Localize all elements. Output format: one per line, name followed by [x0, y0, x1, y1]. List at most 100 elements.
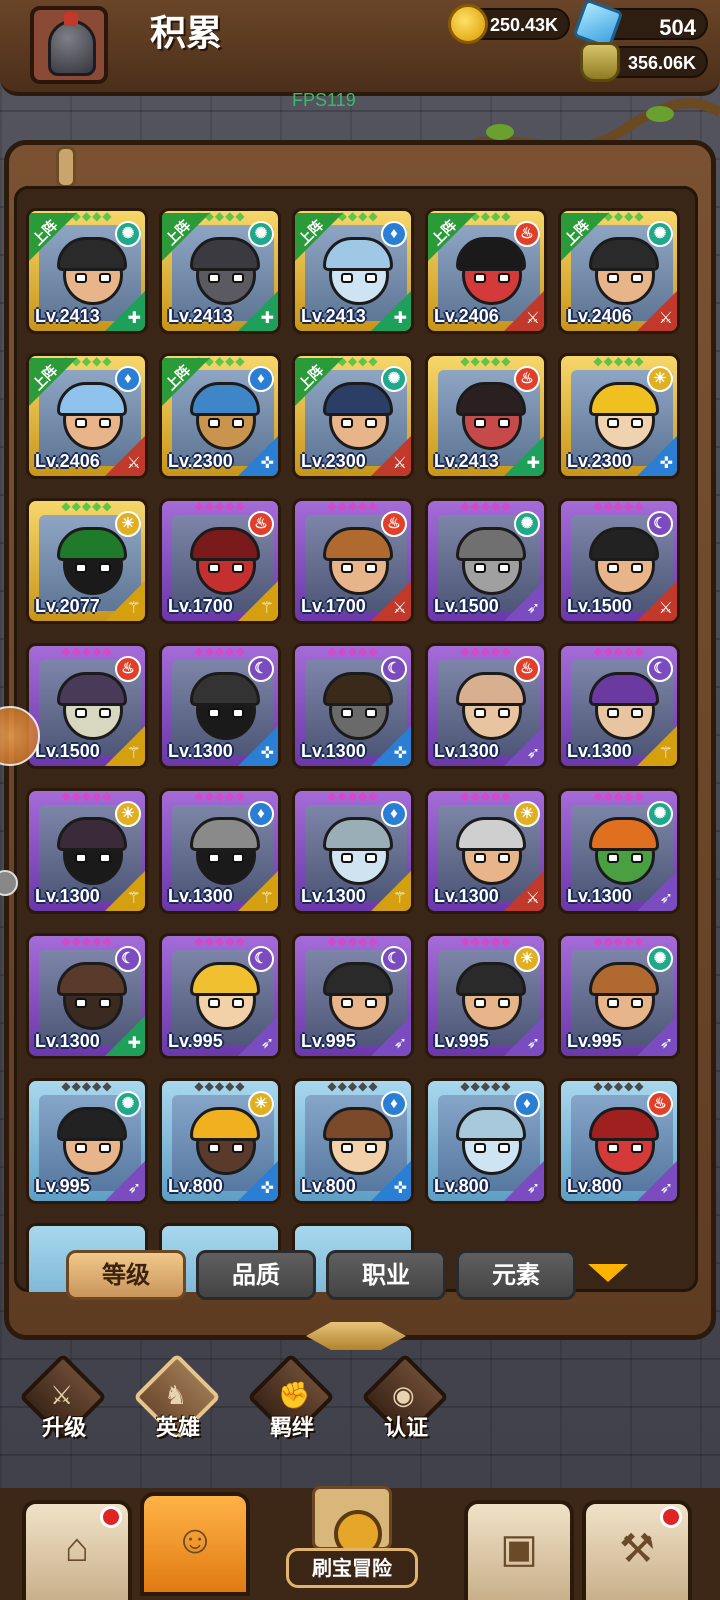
hero-eye: [474, 1143, 486, 1153]
hero-eye: [365, 563, 377, 573]
hero-card[interactable]: ◆◆◆◆◆ ☾ ✜ Lv.1300: [292, 643, 414, 769]
hero-level: Lv.1300: [35, 1031, 100, 1051]
nav-inventory[interactable]: ▣: [464, 1500, 574, 1600]
hero-eye: [341, 998, 353, 1008]
hero-level: Lv.995: [434, 1031, 489, 1051]
gem-counter[interactable]: 504: [572, 0, 708, 50]
sort-tab-level[interactable]: 等级: [66, 1250, 186, 1300]
hero-level: Lv.995: [35, 1176, 90, 1196]
subnav-bond[interactable]: ✊ 羁绊: [242, 1353, 342, 1470]
hero-eye: [498, 708, 510, 718]
hero-card[interactable]: ◆◆◆◆◆ 上阵 ✺ ✚ Lv.2413: [26, 208, 148, 334]
dark-element-icon: ☾: [381, 946, 407, 972]
top-bar: 积累 250.43K 504 356.06K: [0, 0, 720, 96]
hero-eye: [99, 708, 111, 718]
hero-card[interactable]: ◆◆◆◆◆ ✺ ➶ Lv.1300: [558, 788, 680, 914]
hero-icon: ♞: [164, 1380, 188, 1410]
subnav-label: 英雄: [155, 1416, 200, 1441]
hero-level: Lv.800: [434, 1176, 489, 1196]
hero-card[interactable]: ◆◆◆◆◆ ☀ ⚚ Lv.1300: [26, 788, 148, 914]
hero-eye: [99, 418, 111, 428]
hero-card[interactable]: ◆◆◆◆◆ 上阵 ♨ ⚔ Lv.2406: [425, 208, 547, 334]
hero-card[interactable]: ◆◆◆◆◆ 上阵 ✺ ⚔ Lv.2406: [558, 208, 680, 334]
hero-card[interactable]: ◆◆◆◆◆ ☀ ⚚ Lv.2077: [26, 498, 148, 624]
hero-card[interactable]: ◆◆◆◆◆ ☀ ➶ Lv.995: [425, 933, 547, 1059]
hero-card[interactable]: ◆◆◆◆◆ 上阵 ✺ ✚ Lv.2413: [159, 208, 281, 334]
subnav-label: 羁绊: [269, 1416, 314, 1441]
hero-card[interactable]: ◆◆◆◆◆ ☀ ⚔ Lv.1300: [425, 788, 547, 914]
hero-hair: [589, 382, 659, 416]
water-element-icon: ♦: [381, 1091, 407, 1117]
hero-eye: [498, 273, 510, 283]
hero-card[interactable]: ◆◆◆◆◆ ☾ ➶ Lv.995: [292, 933, 414, 1059]
priest-class-glyph: ✜: [260, 1180, 274, 1197]
hero-eye: [208, 853, 220, 863]
notification-dot: [660, 1506, 682, 1528]
sort-tab-quality[interactable]: 品质: [196, 1250, 316, 1300]
archer-class-glyph: ➶: [659, 1180, 673, 1197]
hero-hair: [589, 817, 659, 851]
hero-card[interactable]: ◆◆◆◆◆ ♨ ⚚ Lv.1500: [26, 643, 148, 769]
hero-hair: [190, 382, 260, 416]
hero-card[interactable]: ◆◆◆◆◆ 上阵 ✺ ⚔ Lv.2300: [292, 353, 414, 479]
hero-card[interactable]: ◆◆◆◆◆ ☾ ⚚ Lv.1300: [558, 643, 680, 769]
nav-heroes[interactable]: ☺: [140, 1492, 250, 1596]
fire-element-icon: ♨: [115, 656, 141, 682]
hero-card[interactable]: ◆◆◆◆◆ ✺ ➶ Lv.1500: [425, 498, 547, 624]
hero-card[interactable]: ◆◆◆◆◆ ♦ ⚚ Lv.1300: [159, 788, 281, 914]
hero-card[interactable]: ◆◆◆◆◆ ☾ ✚ Lv.1300: [26, 933, 148, 1059]
hero-hair: [323, 817, 393, 851]
hero-eye: [232, 563, 244, 573]
hero-card[interactable]: ◆◆◆◆◆ ☾ ⚔ Lv.1500: [558, 498, 680, 624]
nav-forge[interactable]: ⚒: [582, 1500, 692, 1600]
hero-eye: [99, 273, 111, 283]
hero-card[interactable]: ◆◆◆◆◆ ☀ ✜ Lv.800: [159, 1078, 281, 1204]
hero-eye: [75, 998, 87, 1008]
water-element-icon: ♦: [248, 366, 274, 392]
hero-card[interactable]: ◆◆◆◆◆ ♦ ⚚ Lv.1300: [292, 788, 414, 914]
hero-card[interactable]: ◆◆◆◆◆ ☾ ➶ Lv.995: [159, 933, 281, 1059]
hero-card[interactable]: ◆◆◆◆◆ 上阵 ♦ ✚ Lv.2413: [292, 208, 414, 334]
tank-class-glyph: ✚: [260, 310, 274, 327]
nav-shop[interactable]: ⌂: [22, 1500, 132, 1600]
hero-hair: [589, 672, 659, 706]
nav-adventure[interactable]: 刷宝冒险: [286, 1486, 418, 1600]
hero-card[interactable]: ◆◆◆◆◆ ☀ ✜ Lv.2300: [558, 353, 680, 479]
hero-card[interactable]: ◆◆◆◆◆ ☾ ✜ Lv.1300: [159, 643, 281, 769]
sort-tab-class[interactable]: 职业: [326, 1250, 446, 1300]
backpack-icon: ▣: [500, 1527, 538, 1571]
subnav-certify[interactable]: ◉ 认证: [356, 1353, 456, 1470]
hero-card[interactable]: ◆◆◆◆◆ ♨ ✚ Lv.2413: [425, 353, 547, 479]
hero-level: Lv.2300: [567, 451, 632, 471]
hero-card[interactable]: ◆◆◆◆◆ ♨ ⚔ Lv.1700: [292, 498, 414, 624]
sort-direction-arrow-icon[interactable]: [588, 1264, 628, 1282]
potion-counter[interactable]: 356.06K: [580, 42, 708, 82]
hero-eye: [365, 273, 377, 283]
player-avatar[interactable]: [30, 6, 108, 84]
hero-card[interactable]: ◆◆◆◆◆ 上阵 ♦ ⚔ Lv.2406: [26, 353, 148, 479]
hero-eye: [498, 418, 510, 428]
hero-card[interactable]: ◆◆◆◆◆ ♨ ⚚ Lv.1700: [159, 498, 281, 624]
hero-card[interactable]: ◆◆◆◆◆ ♨ ➶ Lv.1300: [425, 643, 547, 769]
hero-grid-container[interactable]: ◆◆◆◆◆ 上阵 ✺ ✚ Lv.2413 ◆◆◆◆◆ 上阵 ✺ ✚ Lv.2413 ◆◆◆◆◆ 上阵 ♦…: [14, 186, 698, 1292]
hero-eye: [498, 1143, 510, 1153]
warrior-class-glyph: ⚔: [392, 600, 407, 617]
subnav-heroes[interactable]: ♞ 英雄: [128, 1353, 228, 1470]
hero-eye: [99, 563, 111, 573]
sort-tab-element[interactable]: 元素: [456, 1250, 576, 1300]
priest-class-glyph: ✜: [393, 1180, 407, 1197]
light-element-icon: ☀: [248, 1091, 274, 1117]
hero-card[interactable]: ◆◆◆◆◆ ♨ ➶ Lv.800: [558, 1078, 680, 1204]
hero-eye: [341, 563, 353, 573]
gold-counter[interactable]: 250.43K: [448, 4, 570, 44]
hero-card[interactable]: ◆◆◆◆◆ 上阵 ♦ ✜ Lv.2300: [159, 353, 281, 479]
hero-card[interactable]: ◆◆◆◆◆ ♦ ➶ Lv.800: [425, 1078, 547, 1204]
hero-card[interactable]: ◆◆◆◆◆ ✺ ➶ Lv.995: [558, 933, 680, 1059]
hero-eye: [607, 563, 619, 573]
subnav-upgrade[interactable]: ⚔ 升级: [14, 1353, 114, 1470]
archer-class-glyph: ➶: [260, 1035, 274, 1052]
hero-card[interactable]: ◆◆◆◆◆ ✺ ➶ Lv.995: [26, 1078, 148, 1204]
hero-hair: [323, 962, 393, 996]
hero-card[interactable]: ◆◆◆◆◆ ♦ ✜ Lv.800: [292, 1078, 414, 1204]
hero-hair: [456, 672, 526, 706]
